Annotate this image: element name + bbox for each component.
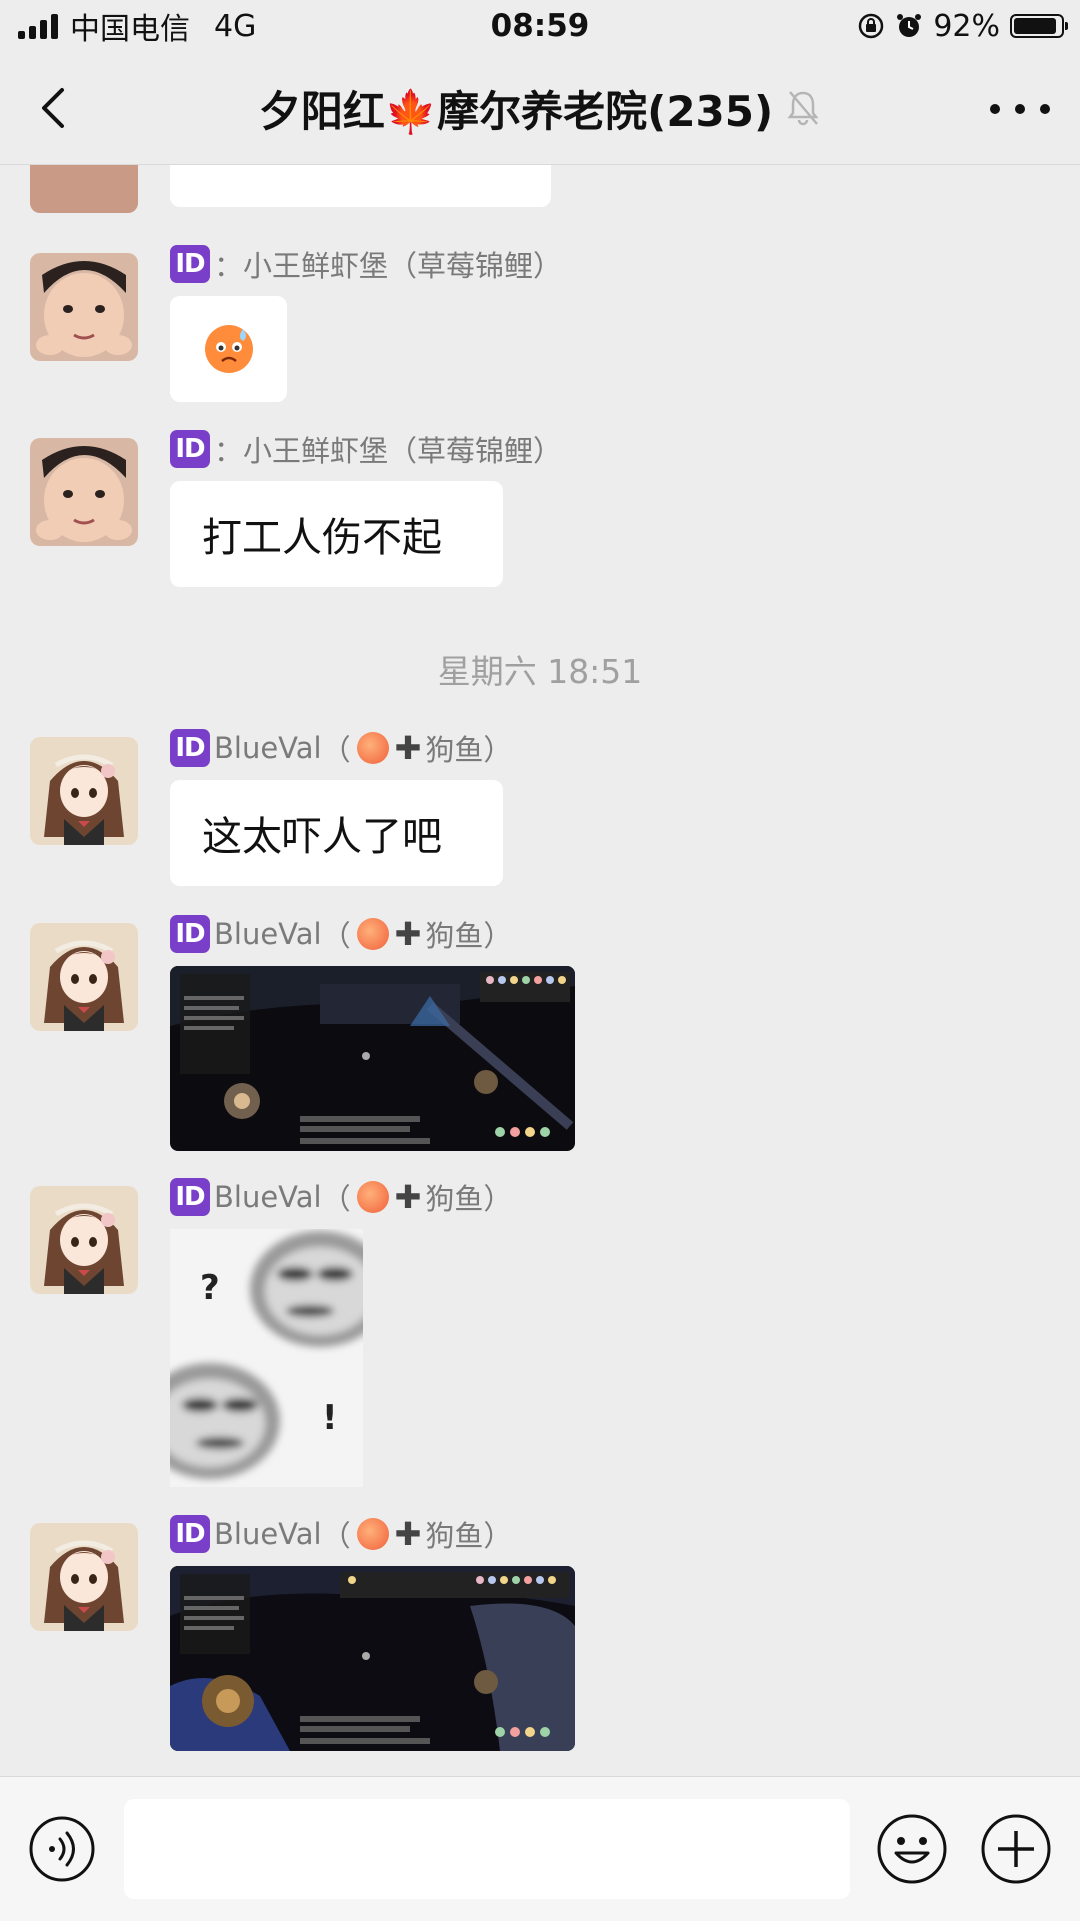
battery-percent: 92% — [933, 8, 1000, 44]
plus-emoji: ✚ — [394, 1178, 422, 1216]
peach-emoji — [356, 732, 389, 764]
title-text-right: 摩尔养老院(235) — [437, 86, 774, 136]
plus-emoji: ✚ — [394, 1515, 422, 1553]
message-input[interactable] — [124, 1799, 850, 1899]
avatar[interactable] — [30, 737, 138, 845]
message-bubble[interactable]: 这太吓人了吧 — [170, 780, 503, 886]
id-badge: ID — [170, 915, 210, 953]
voice-icon[interactable] — [28, 1815, 96, 1883]
id-badge: ID — [170, 1178, 210, 1216]
timestamp: 星期六 18:51 — [437, 652, 643, 691]
image-message[interactable] — [170, 966, 575, 1151]
sticker-text-question: ? — [200, 1268, 220, 1308]
chat-title: 夕阳红🍁摩尔养老院(235) — [120, 80, 960, 136]
id-badge: ID — [170, 245, 210, 283]
peach-emoji — [356, 1518, 389, 1550]
maple-leaf-emoji: 🍁 — [384, 86, 438, 136]
plus-emoji: ✚ — [394, 729, 422, 767]
id-badge: ID — [170, 430, 210, 468]
more-icon[interactable] — [990, 100, 1050, 118]
image-message[interactable] — [170, 1566, 575, 1751]
status-bar: 中国电信 4G 08:59 92% — [0, 0, 1080, 52]
sender-name: ID：小王鲜虾堡（草莓锦鲤） — [170, 428, 562, 470]
alarm-icon — [897, 14, 922, 37]
battery-icon — [1010, 14, 1068, 38]
sender-name: ID BlueVal （✚ 狗鱼） — [170, 913, 512, 955]
avatar[interactable] — [30, 1186, 138, 1294]
sender-name: ID BlueVal （✚ 狗鱼） — [170, 1176, 512, 1218]
sticker-message[interactable]: ? ! — [170, 1229, 363, 1487]
message-bubble[interactable]: 打工人伤不起 — [170, 481, 503, 587]
anxious-face-emoji — [204, 325, 253, 373]
mute-bell-icon — [787, 91, 819, 126]
emoji-icon[interactable] — [876, 1813, 948, 1885]
avatar[interactable] — [30, 165, 138, 213]
title-text-left: 夕阳红 — [258, 86, 385, 136]
sender-name: ID BlueVal （✚ 狗鱼） — [170, 1513, 512, 1555]
peach-emoji — [356, 918, 389, 950]
avatar[interactable] — [30, 923, 138, 1031]
back-chevron-icon[interactable] — [28, 78, 84, 138]
message-bubble[interactable] — [170, 165, 551, 207]
id-badge: ID — [170, 1515, 210, 1553]
plus-icon[interactable] — [980, 1813, 1052, 1885]
chat-header: 夕阳红🍁摩尔养老院(235) — [0, 52, 1080, 165]
sender-name: ID BlueVal （✚ 狗鱼） — [170, 727, 512, 769]
sticker-text-exclaim: ! — [322, 1398, 338, 1438]
sender-name: ID：小王鲜虾堡（草莓锦鲤） — [170, 243, 562, 285]
message-list[interactable]: ID：小王鲜虾堡（草莓锦鲤） ID：小王鲜虾堡（草莓锦鲤） 打工人伤不起 星期六… — [0, 165, 1080, 1775]
message-bubble[interactable] — [170, 296, 287, 402]
orientation-lock-icon — [859, 13, 884, 39]
avatar[interactable] — [30, 438, 138, 546]
id-badge: ID — [170, 729, 210, 767]
avatar[interactable] — [30, 253, 138, 361]
plus-emoji: ✚ — [394, 915, 422, 953]
avatar[interactable] — [30, 1523, 138, 1631]
peach-emoji — [356, 1181, 389, 1213]
input-bar — [0, 1776, 1080, 1921]
